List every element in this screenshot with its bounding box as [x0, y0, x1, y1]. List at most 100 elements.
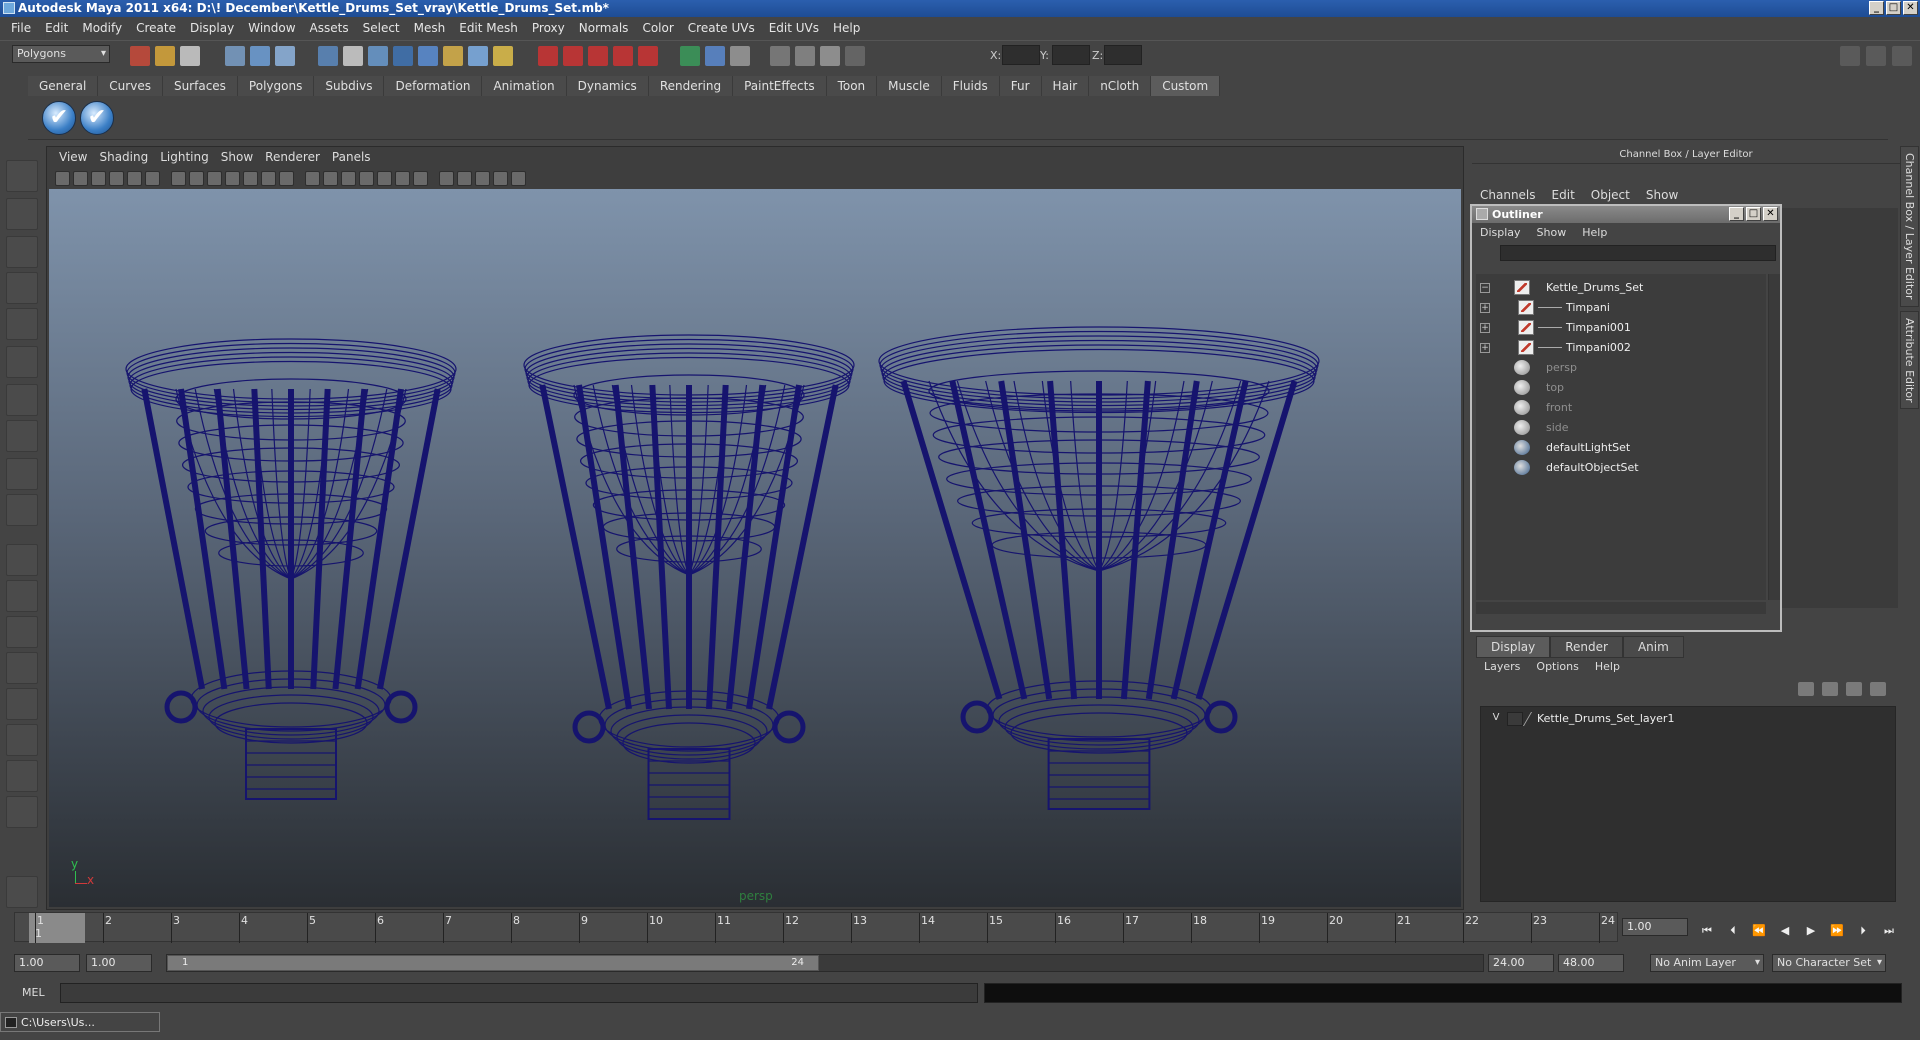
status-tool-icon[interactable]: [845, 46, 865, 66]
outliner-maximize-button[interactable]: □: [1746, 207, 1761, 221]
shelf-check-button-2[interactable]: ✔: [80, 101, 114, 135]
range-slider[interactable]: 1 24: [166, 954, 1484, 972]
menu-proxy[interactable]: Proxy: [525, 21, 572, 35]
paint-select-icon[interactable]: [6, 236, 38, 268]
status-tool-icon[interactable]: [705, 46, 725, 66]
last-tool-icon[interactable]: [6, 458, 38, 490]
new-layer-selected-icon[interactable]: [1822, 682, 1838, 696]
outliner-item[interactable]: front: [1476, 398, 1766, 418]
outliner-layout-icon[interactable]: [6, 616, 38, 648]
four-pane-icon[interactable]: [6, 580, 38, 612]
viewport-toolbar-icon[interactable]: [189, 171, 204, 186]
layer-menu-options[interactable]: Options: [1536, 660, 1594, 673]
viewport-toolbar-icon[interactable]: [377, 171, 392, 186]
viewport-toolbar-icon[interactable]: [109, 171, 124, 186]
timpani-wireframe[interactable]: [523, 334, 855, 820]
shelf-tab-surfaces[interactable]: Surfaces: [162, 76, 238, 96]
viewport-toolbar-icon[interactable]: [145, 171, 160, 186]
layer-menu-help[interactable]: Help: [1595, 660, 1636, 673]
outliner-horizontal-scrollbar[interactable]: [1476, 602, 1766, 614]
viewport-toolbar-icon[interactable]: [511, 171, 526, 186]
menu-normals[interactable]: Normals: [572, 21, 636, 35]
menu-set-dropdown[interactable]: Polygons: [12, 45, 110, 63]
status-tool-icon[interactable]: [225, 46, 245, 66]
outliner-filter-input[interactable]: [1500, 245, 1776, 261]
status-tool-icon[interactable]: [613, 46, 633, 66]
blank-tool[interactable]: [6, 494, 38, 526]
status-tool-icon[interactable]: [368, 46, 388, 66]
layer-row[interactable]: V Kettle_Drums_Set_layer1: [1481, 711, 1897, 729]
lasso-tool-icon[interactable]: [6, 198, 38, 230]
x-field[interactable]: [1002, 45, 1040, 65]
layer-tab-display[interactable]: Display: [1476, 636, 1551, 658]
playback-start-field[interactable]: 1.00: [86, 954, 152, 972]
menu-mesh[interactable]: Mesh: [407, 21, 453, 35]
outliner-close-button[interactable]: ✕: [1763, 207, 1778, 221]
outliner-item[interactable]: side: [1476, 418, 1766, 438]
status-tool-icon[interactable]: [493, 46, 513, 66]
menu-edit[interactable]: Edit: [38, 21, 75, 35]
viewport-toolbar-icon[interactable]: [73, 171, 88, 186]
expand-icon[interactable]: +: [1480, 303, 1490, 313]
viewport-toolbar-icon[interactable]: [261, 171, 276, 186]
menu-modify[interactable]: Modify: [75, 21, 129, 35]
scale-tool-icon[interactable]: [6, 346, 38, 378]
menu-help[interactable]: Help: [826, 21, 867, 35]
shelf-tab-toon[interactable]: Toon: [826, 76, 878, 96]
shelf-tab-deformation[interactable]: Deformation: [384, 76, 483, 96]
status-tool-icon[interactable]: [638, 46, 658, 66]
viewport-toolbar-icon[interactable]: [305, 171, 320, 186]
maximize-button[interactable]: □: [1886, 1, 1901, 15]
outliner-menu-display[interactable]: Display: [1480, 223, 1537, 243]
shelf-tab-rendering[interactable]: Rendering: [648, 76, 734, 96]
viewport-menu-lighting[interactable]: Lighting: [154, 147, 215, 167]
shelf-tab-polygons[interactable]: Polygons: [237, 76, 315, 96]
layer-visibility-toggle[interactable]: V: [1489, 712, 1503, 726]
viewport-menu-panels[interactable]: Panels: [326, 147, 377, 167]
select-tool-icon[interactable]: [6, 160, 38, 192]
end-time-field[interactable]: 48.00: [1558, 954, 1624, 972]
move-tool-icon[interactable]: [6, 272, 38, 304]
play-backwards-icon[interactable]: ◀: [1776, 924, 1794, 938]
step-forward-icon[interactable]: ⏵: [1854, 924, 1872, 938]
shelf-tab-animation[interactable]: Animation: [482, 76, 567, 96]
outliner-menu-show[interactable]: Show: [1537, 223, 1583, 243]
timpani-wireframe[interactable]: [878, 326, 1320, 810]
layer-playback-toggle[interactable]: [1507, 712, 1523, 726]
status-tool-icon[interactable]: [795, 46, 815, 66]
status-tool-icon[interactable]: [418, 46, 438, 66]
status-tool-icon[interactable]: [443, 46, 463, 66]
outliner-vertical-scrollbar[interactable]: [1768, 274, 1780, 600]
rotate-tool-icon[interactable]: [6, 308, 38, 340]
outliner-item[interactable]: − Kettle_Drums_Set: [1476, 278, 1766, 298]
menu-assets[interactable]: Assets: [303, 21, 356, 35]
expand-icon[interactable]: +: [1480, 343, 1490, 353]
viewport-toolbar-icon[interactable]: [493, 171, 508, 186]
viewport-toolbar-icon[interactable]: [323, 171, 338, 186]
status-tool-icon[interactable]: [820, 46, 840, 66]
status-tool-icon[interactable]: [770, 46, 790, 66]
outliner-menu-help[interactable]: Help: [1582, 223, 1623, 243]
menu-window[interactable]: Window: [241, 21, 302, 35]
menu-select[interactable]: Select: [356, 21, 407, 35]
status-tool-icon[interactable]: [588, 46, 608, 66]
layer-options-icon[interactable]: [1846, 682, 1862, 696]
shelf-tab-curves[interactable]: Curves: [98, 76, 163, 96]
step-forward-key-icon[interactable]: ⏩: [1828, 924, 1846, 938]
status-tool-icon[interactable]: [730, 46, 750, 66]
outliner-item[interactable]: persp: [1476, 358, 1766, 378]
script-layout-icon[interactable]: [6, 760, 38, 792]
viewport-toolbar-icon[interactable]: [225, 171, 240, 186]
shelf-tab-muscle[interactable]: Muscle: [877, 76, 942, 96]
viewport-menu-renderer[interactable]: Renderer: [259, 147, 326, 167]
hypershade-layout-icon[interactable]: [6, 724, 38, 756]
shelf-check-button-1[interactable]: ✔: [42, 101, 76, 135]
step-back-key-icon[interactable]: ⏪: [1750, 924, 1768, 938]
status-tool-icon[interactable]: [563, 46, 583, 66]
persp-outliner-icon[interactable]: [6, 652, 38, 684]
layout-options-icon[interactable]: [6, 796, 38, 828]
viewport-menu-view[interactable]: View: [53, 147, 93, 167]
go-to-end-icon[interactable]: ⏭: [1880, 924, 1898, 938]
start-time-field[interactable]: 1.00: [14, 954, 80, 972]
status-tool-icon[interactable]: [250, 46, 270, 66]
